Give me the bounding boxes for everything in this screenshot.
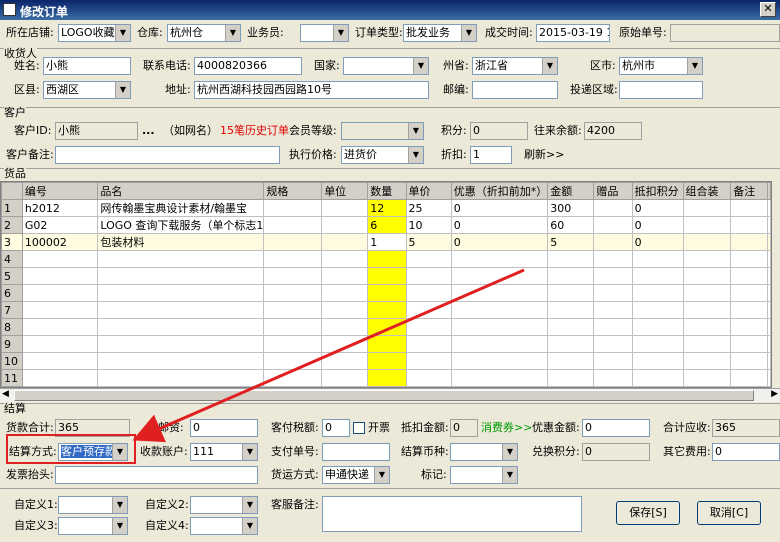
annotation-arrow <box>132 268 525 443</box>
